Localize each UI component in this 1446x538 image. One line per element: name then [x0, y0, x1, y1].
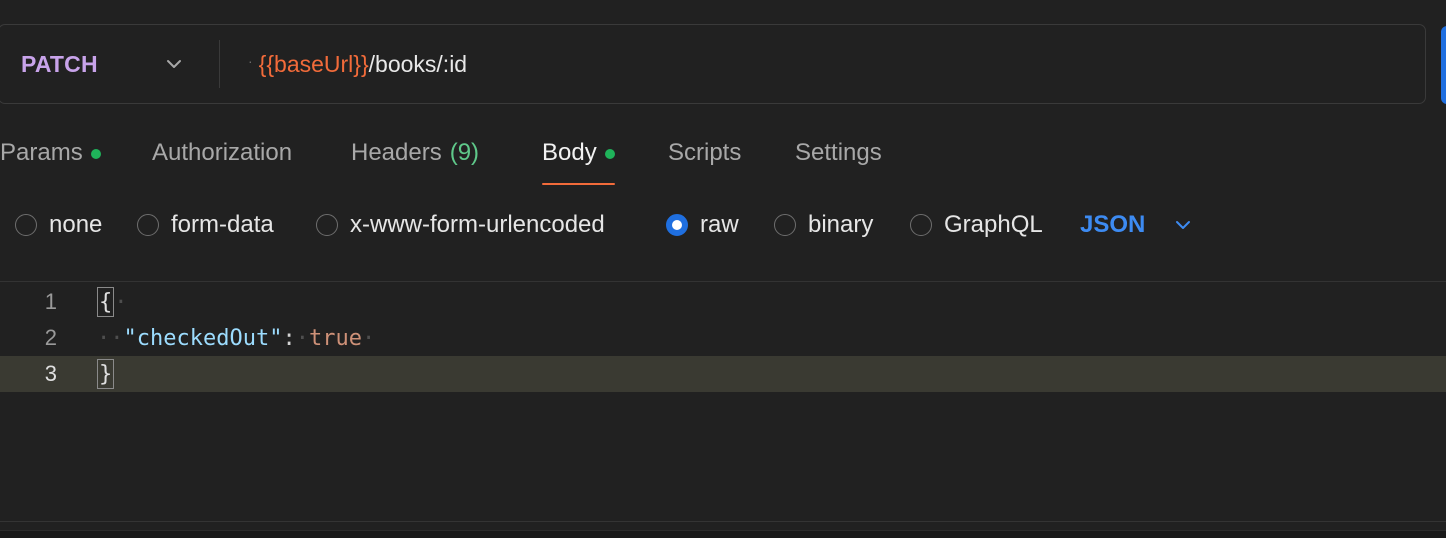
tab-label: Body — [542, 139, 597, 166]
radio-circle[interactable] — [316, 214, 338, 236]
whitespace-marker: · — [248, 53, 253, 69]
radio-circle[interactable] — [137, 214, 159, 236]
radio-circle-selected[interactable] — [666, 214, 688, 236]
status-dot — [90, 149, 101, 159]
tab-label: Settings — [795, 139, 882, 166]
code-line: 1 {· — [0, 284, 1446, 320]
radio-x-www-form-urlencoded[interactable]: x-www-form-urlencoded — [316, 206, 605, 244]
tab-label: Params — [0, 139, 83, 166]
url-bar: PATCH · {{baseUrl}} /books/:id — [0, 24, 1426, 104]
line-number: 1 — [44, 289, 57, 314]
method-label: PATCH — [21, 50, 98, 77]
tab-authorization[interactable]: Authorization — [152, 130, 292, 186]
radio-circle[interactable] — [910, 214, 932, 236]
whitespace-marker: · — [295, 325, 309, 351]
send-button[interactable] — [1441, 26, 1446, 104]
status-dot — [604, 149, 615, 159]
tab-label: Authorization — [152, 139, 293, 166]
chevron-down-icon[interactable] — [1173, 215, 1193, 235]
radio-label: x-www-form-urlencoded — [350, 211, 605, 238]
radio-label: GraphQL — [944, 211, 1043, 238]
request-editor: PATCH · {{baseUrl}} /books/:id Params Au… — [0, 0, 1446, 538]
json-colon: : — [282, 325, 296, 351]
code-line: 2 ·· "checkedOut": · true · — [0, 320, 1446, 356]
radio-label: raw — [700, 211, 739, 238]
url-input[interactable]: · {{baseUrl}} /books/:id — [220, 25, 1425, 103]
editor-bottom-border — [0, 521, 1446, 522]
tab-label: Headers — [351, 139, 442, 166]
tab-settings[interactable]: Settings — [795, 130, 882, 186]
radio-circle[interactable] — [774, 214, 796, 236]
close-brace: } — [97, 359, 115, 389]
whitespace-marker: · — [361, 325, 376, 351]
code-line-current: 3 } — [0, 356, 1446, 392]
chevron-down-icon[interactable] — [165, 55, 183, 73]
method-select[interactable]: PATCH — [0, 25, 219, 103]
radio-label: form-data — [171, 211, 274, 238]
tab-label: Scripts — [668, 139, 742, 166]
open-brace: { — [97, 287, 115, 317]
radio-circle[interactable] — [15, 214, 37, 236]
tab-params[interactable]: Params — [0, 130, 101, 186]
tab-body[interactable]: Body — [542, 130, 615, 186]
tab-headers[interactable]: Headers (9) — [351, 130, 479, 186]
radio-graphql[interactable]: GraphQL — [910, 206, 1043, 244]
line-number: 3 — [44, 361, 57, 386]
tab-scripts[interactable]: Scripts — [668, 130, 741, 186]
radio-binary[interactable]: binary — [774, 206, 873, 244]
whitespace-marker: ·· — [97, 325, 124, 351]
active-tab-underline — [542, 183, 615, 185]
code-content: ·· "checkedOut": · true · — [97, 326, 375, 351]
whitespace-marker: · — [114, 289, 128, 315]
code-editor[interactable]: 1 {· 2 ·· "checkedOut": · true · 3 } — [0, 282, 1446, 520]
line-number: 2 — [44, 325, 57, 350]
radio-label: none — [49, 211, 103, 238]
url-variable: {{baseUrl}} — [258, 50, 369, 77]
radio-label: binary — [808, 211, 874, 238]
json-key: "checkedOut" — [123, 325, 283, 351]
format-select[interactable]: JSON — [1080, 206, 1193, 244]
request-tabs: Params Authorization Headers (9) Body Sc… — [0, 130, 1446, 186]
body-type-radios: none form-data x-www-form-urlencoded raw… — [0, 206, 1446, 244]
code-content: {· — [97, 287, 128, 317]
headers-count: (9) — [449, 139, 480, 166]
radio-none[interactable]: none — [15, 206, 102, 244]
radio-form-data[interactable]: form-data — [137, 206, 274, 244]
bottom-panel-edge — [0, 530, 1446, 538]
json-value: true — [308, 325, 362, 351]
format-label: JSON — [1080, 211, 1146, 238]
url-path: /books/:id — [368, 50, 468, 77]
code-content: } — [97, 359, 115, 389]
radio-raw[interactable]: raw — [666, 206, 739, 244]
